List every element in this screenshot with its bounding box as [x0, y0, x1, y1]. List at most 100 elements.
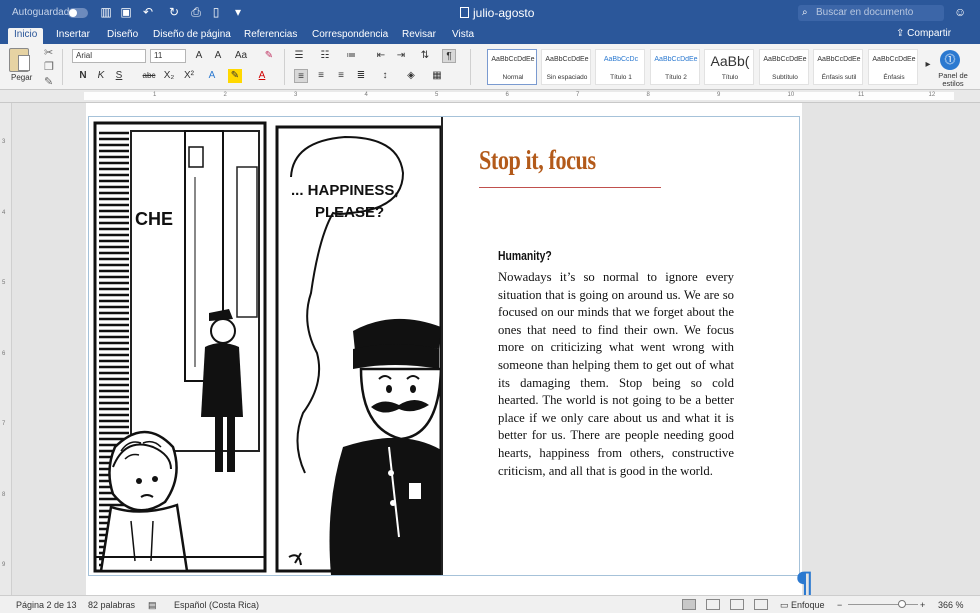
- styles-pane-icon[interactable]: ⓵: [940, 50, 960, 70]
- article-body[interactable]: Nowadays it’s so normal to ignore every …: [498, 269, 734, 480]
- tab-referencias[interactable]: Referencias: [238, 28, 303, 44]
- sort-icon[interactable]: ⇅: [418, 49, 432, 63]
- align-right-icon[interactable]: ≡: [334, 69, 348, 83]
- underline-button[interactable]: S: [112, 69, 126, 83]
- align-center-icon[interactable]: ≡: [314, 69, 328, 83]
- style-6[interactable]: AaBbCcDdEe Subtítulo: [759, 49, 809, 85]
- zoom-out-icon[interactable]: −: [837, 600, 842, 610]
- language[interactable]: Español (Costa Rica): [174, 600, 259, 610]
- style-8[interactable]: AaBbCcDdEe Énfasis: [868, 49, 918, 85]
- bold-button[interactable]: N: [76, 69, 90, 83]
- ribbon-tabs: Inicio Insertar Diseño Diseño de página …: [0, 26, 980, 44]
- article-subheading[interactable]: Humanity?: [498, 248, 691, 263]
- tab-inicio[interactable]: Inicio: [8, 28, 44, 44]
- decrease-indent-icon[interactable]: ⇤: [374, 49, 388, 63]
- share-label: Compartir: [907, 28, 952, 39]
- style-4[interactable]: AaBbCcDdEe Título 2: [650, 49, 700, 85]
- numbering-icon[interactable]: ☷: [318, 49, 332, 63]
- comic-bubble-line1: ... HAPPINESS,: [291, 182, 399, 199]
- focus-mode-button[interactable]: ▭ Enfoque: [780, 600, 825, 611]
- justify-icon[interactable]: ≣: [354, 69, 368, 83]
- zoom-slider[interactable]: [848, 604, 918, 605]
- italic-button[interactable]: K: [94, 69, 108, 83]
- article-title[interactable]: Stop it, focus: [479, 145, 692, 176]
- font-name-select[interactable]: Arial: [72, 49, 146, 63]
- text-effects-icon[interactable]: A: [205, 69, 219, 83]
- horizontal-ruler[interactable]: 1 2 3 4 5 6 7 8 9 10 11 12: [0, 90, 980, 103]
- style-preview: AaBbCcDdEe: [763, 56, 807, 63]
- change-case-icon[interactable]: Aa: [234, 49, 248, 63]
- format-painter-icon[interactable]: ✎: [44, 75, 53, 88]
- autosave-toggle[interactable]: [68, 8, 88, 18]
- cut-icon[interactable]: ✂: [44, 46, 53, 59]
- style-name: Normal: [502, 74, 524, 81]
- grow-font-icon[interactable]: A: [192, 49, 206, 63]
- styles-pane-label[interactable]: Panel de estilos: [934, 72, 972, 88]
- undo-icon[interactable]: ↶: [140, 4, 156, 20]
- shrink-font-icon[interactable]: A: [211, 49, 225, 63]
- font-color-icon[interactable]: A: [255, 69, 269, 83]
- clear-format-icon[interactable]: ✎: [262, 49, 276, 63]
- font-size-select[interactable]: 11: [150, 49, 186, 63]
- search-input[interactable]: ⌕ Buscar en documento: [798, 5, 944, 21]
- paste-label[interactable]: Pegar: [11, 73, 32, 82]
- style-2[interactable]: AaBbCcDdEe Sin espaciado: [541, 49, 591, 85]
- comic-image[interactable]: CHE ... HAPPINESS, PLEASE?: [91, 117, 443, 575]
- vruler-tick: 8: [2, 491, 6, 498]
- tab-diseno[interactable]: Diseño: [101, 28, 144, 44]
- zoom-slider-handle[interactable]: [898, 600, 906, 608]
- page-count[interactable]: Página 2 de 13: [16, 600, 77, 610]
- copy-icon[interactable]: ❐: [44, 60, 54, 73]
- web-layout-view-icon[interactable]: [706, 599, 720, 610]
- bullets-icon[interactable]: ☰: [292, 49, 306, 63]
- vertical-ruler[interactable]: 345678910: [0, 103, 12, 595]
- style-preview: AaBbCcDdEe: [872, 56, 916, 63]
- increase-indent-icon[interactable]: ⇥: [394, 49, 408, 63]
- zoom-in-icon[interactable]: +: [920, 600, 925, 610]
- style-5[interactable]: AaBb(Título: [704, 49, 754, 85]
- style-3[interactable]: AaBbCcDc Título 1: [595, 49, 645, 85]
- redo-icon[interactable]: ↻: [166, 4, 182, 20]
- user-icon[interactable]: ☺: [954, 5, 966, 19]
- new-doc-icon[interactable]: ▯: [208, 4, 224, 20]
- word-count[interactable]: 82 palabras: [88, 600, 135, 610]
- draft-view-icon[interactable]: [754, 599, 768, 610]
- zoom-level[interactable]: 366 %: [938, 600, 964, 610]
- print-icon[interactable]: ⎙: [188, 4, 204, 20]
- style-7[interactable]: AaBbCcDdEe Énfasis sutil: [813, 49, 863, 85]
- customize-icon[interactable]: ▾: [230, 4, 246, 20]
- style-name: Subtítulo: [772, 74, 798, 81]
- document-table[interactable]: CHE ... HAPPINESS, PLEASE? Stop it, focu…: [88, 116, 814, 595]
- tab-revisar[interactable]: Revisar: [396, 28, 442, 44]
- proofing-icon[interactable]: ▤: [148, 600, 157, 611]
- tab-insertar[interactable]: Insertar: [50, 28, 96, 44]
- align-left-icon[interactable]: ≡: [294, 69, 308, 83]
- print-layout-view-icon[interactable]: [682, 599, 696, 610]
- divider: [62, 49, 63, 85]
- paste-icon[interactable]: [9, 48, 30, 72]
- tab-diseno-de-pagina[interactable]: Diseño de página: [147, 28, 237, 44]
- line-spacing-icon[interactable]: ↕: [378, 69, 392, 83]
- show-marks-icon[interactable]: ¶: [442, 49, 456, 63]
- style-1[interactable]: AaBbCcDdEe Normal: [487, 49, 537, 85]
- multilevel-list-icon[interactable]: ≔: [344, 49, 358, 63]
- outline-view-icon[interactable]: [730, 599, 744, 610]
- share-button[interactable]: ⇪ Compartir: [896, 28, 951, 39]
- style-preview: AaBb(: [710, 53, 750, 69]
- subscript-button[interactable]: X₂: [162, 69, 176, 83]
- ruler-tick: 12: [928, 92, 936, 98]
- superscript-button[interactable]: X²: [182, 69, 196, 83]
- sidebar-icon[interactable]: ▥: [98, 4, 114, 20]
- shading-icon[interactable]: ◈: [404, 69, 418, 83]
- tab-correspondencia[interactable]: Correspondencia: [306, 28, 394, 44]
- highlight-icon[interactable]: ✎: [228, 69, 242, 83]
- status-bar: Página 2 de 13 82 palabras ▤ Español (Co…: [0, 595, 980, 613]
- ruler-tick: 2: [223, 92, 227, 98]
- article[interactable]: Stop it, focus Humanity? Nowadays it’s s…: [479, 145, 739, 480]
- borders-icon[interactable]: ▦: [430, 69, 444, 83]
- save-icon[interactable]: ▣: [118, 4, 134, 20]
- tab-vista[interactable]: Vista: [446, 28, 480, 44]
- more-styles-icon[interactable]: ▸: [921, 58, 935, 72]
- strikethrough-button[interactable]: abc: [140, 69, 158, 83]
- ruler-tick: 8: [646, 92, 650, 98]
